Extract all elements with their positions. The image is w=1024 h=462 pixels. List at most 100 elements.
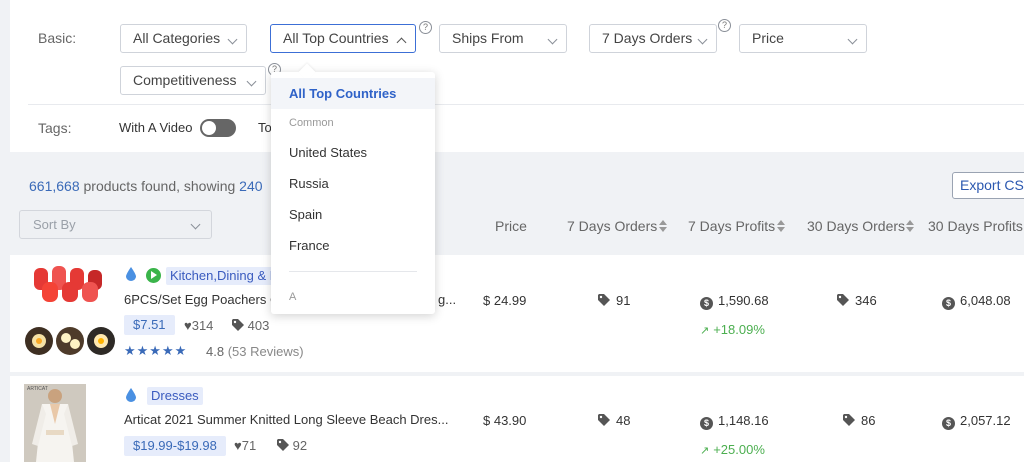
category-badge[interactable]: Kitchen,Dining & B — [166, 267, 283, 285]
egg-plates — [25, 327, 115, 355]
orders-7d-value: 48 — [616, 413, 631, 428]
categories-select-label: All Categories — [133, 30, 221, 46]
column-profits-30d[interactable]: 30 Days Profits — [928, 218, 1023, 234]
profits-7d-cell: $1,590.68 — [700, 293, 769, 310]
profits-7d-value: 1,590.68 — [718, 293, 769, 308]
category-badge[interactable]: Dresses — [147, 387, 203, 405]
growth-value: +18.09% — [713, 322, 765, 337]
column-price: Price — [495, 218, 527, 234]
profits-7d-cell: $1,148.16 — [700, 413, 769, 430]
tags-count: 92 — [277, 438, 307, 453]
likes-value: 314 — [191, 318, 214, 333]
toggle-knob — [202, 121, 216, 135]
price-cell: $ 43.90 — [483, 413, 527, 428]
chevron-down-icon — [190, 219, 201, 230]
basic-label: Basic: — [38, 30, 77, 46]
competitiveness-select[interactable]: Competitiveness — [120, 66, 266, 95]
chevron-down-icon — [246, 76, 257, 87]
tags-count: 403 — [232, 318, 269, 333]
tag-icon — [277, 439, 289, 451]
tags-value: 92 — [292, 438, 308, 453]
results-text: products found, showing — [83, 178, 236, 194]
column-profits-7d[interactable]: 7 Days Profits — [688, 218, 775, 234]
droplet-icon — [126, 388, 136, 402]
results-summary: 661,668 products found, showing 240 — [29, 178, 263, 194]
profits-30d-cell: $6,048.08 — [942, 293, 1011, 310]
sort-icon[interactable] — [777, 220, 785, 232]
option-russia[interactable]: Russia — [271, 168, 435, 199]
column-orders-30d[interactable]: 30 Days Orders — [807, 218, 905, 234]
tag-icon — [598, 414, 610, 426]
reviews-count[interactable]: (53 Reviews) — [228, 344, 304, 359]
dollar-icon: $ — [700, 297, 713, 310]
product-title[interactable]: 6PCS/Set Egg Poachers C — [124, 292, 279, 307]
top-countries-select[interactable]: All Top Countries — [270, 24, 416, 53]
tags-label: Tags: — [38, 120, 72, 136]
likes-count: ♥314 — [184, 318, 213, 333]
column-orders-7d[interactable]: 7 Days Orders — [567, 218, 657, 234]
video-play-icon[interactable] — [146, 268, 161, 283]
product-image-dress[interactable]: ARTICAT — [24, 384, 86, 462]
tag-icon — [598, 294, 610, 306]
tag-icon — [232, 319, 244, 331]
tags-value: 403 — [247, 318, 270, 333]
profits-7d-value: 1,148.16 — [718, 413, 769, 428]
price-select-label: Price — [752, 30, 784, 46]
heart-icon: ♥ — [234, 438, 242, 453]
heart-icon: ♥ — [184, 318, 192, 333]
tag-label-partial: To — [258, 120, 272, 135]
orders-30d-value: 346 — [855, 293, 877, 308]
with-video-toggle[interactable] — [200, 119, 236, 137]
profits-30d-cell: $2,057.12 — [942, 413, 1011, 430]
product-title[interactable]: Articat 2021 Summer Knitted Long Sleeve … — [124, 412, 448, 427]
price-cell: $ 24.99 — [483, 293, 527, 308]
sort-icon[interactable] — [659, 220, 667, 232]
competitiveness-select-label: Competitiveness — [133, 72, 237, 88]
divider — [289, 271, 417, 272]
orders-7d-value: 91 — [616, 293, 631, 308]
option-all-top-countries[interactable]: All Top Countries — [271, 78, 435, 109]
sort-icon[interactable] — [906, 220, 914, 232]
categories-select[interactable]: All Categories — [120, 24, 247, 53]
rating-value: 4.8 — [206, 344, 225, 359]
product-image-egg-poachers[interactable] — [24, 262, 116, 358]
orders-30d-value: 86 — [861, 413, 876, 428]
export-csv-button[interactable]: Export CSV — [952, 172, 1024, 199]
dress-image — [24, 384, 86, 462]
brand-mark-logo: ARTICAT — [27, 386, 48, 392]
dollar-icon: $ — [942, 297, 955, 310]
growth-indicator: ↗ +18.09% — [700, 322, 765, 337]
option-spain[interactable]: Spain — [271, 199, 435, 230]
option-france[interactable]: France — [271, 230, 435, 261]
top-countries-dropdown: All Top Countries Common United States R… — [271, 63, 435, 314]
ships-from-select[interactable]: Ships From — [439, 24, 567, 53]
growth-value: +25.00% — [713, 442, 765, 457]
price-range-badge: $7.51 — [124, 315, 175, 335]
chevron-down-icon — [227, 34, 238, 45]
tag-icon — [837, 294, 849, 306]
option-united-states[interactable]: United States — [271, 137, 435, 168]
help-icon[interactable]: ? — [718, 19, 731, 32]
group-label-common: Common — [289, 117, 334, 129]
dollar-icon: $ — [942, 417, 955, 430]
growth-indicator: ↗ +25.00% — [700, 442, 765, 457]
orders-7d-cell: 48 — [598, 413, 630, 428]
with-video-label: With A Video — [119, 120, 193, 135]
sort-by-placeholder: Sort By — [33, 217, 76, 232]
orders-7d-select[interactable]: 7 Days Orders — [589, 24, 717, 53]
profits-30d-value: 2,057.12 — [960, 413, 1011, 428]
tag-icon — [843, 414, 855, 426]
trend-up-icon: ↗ — [700, 445, 710, 457]
dollar-icon: $ — [700, 417, 713, 430]
help-icon[interactable]: ? — [419, 21, 432, 34]
price-select[interactable]: Price — [739, 24, 867, 53]
price-range-badge: $19.99-$19.98 — [124, 436, 226, 456]
chevron-down-icon — [547, 34, 558, 45]
chevron-down-icon — [847, 34, 858, 45]
product-title-tail: g... — [438, 292, 457, 307]
results-count: 661,668 — [29, 178, 80, 194]
profits-30d-value: 6,048.08 — [960, 293, 1011, 308]
top-countries-select-label: All Top Countries — [283, 30, 389, 46]
sort-by-select[interactable]: Sort By — [19, 210, 212, 239]
orders-30d-cell: 346 — [837, 293, 877, 308]
